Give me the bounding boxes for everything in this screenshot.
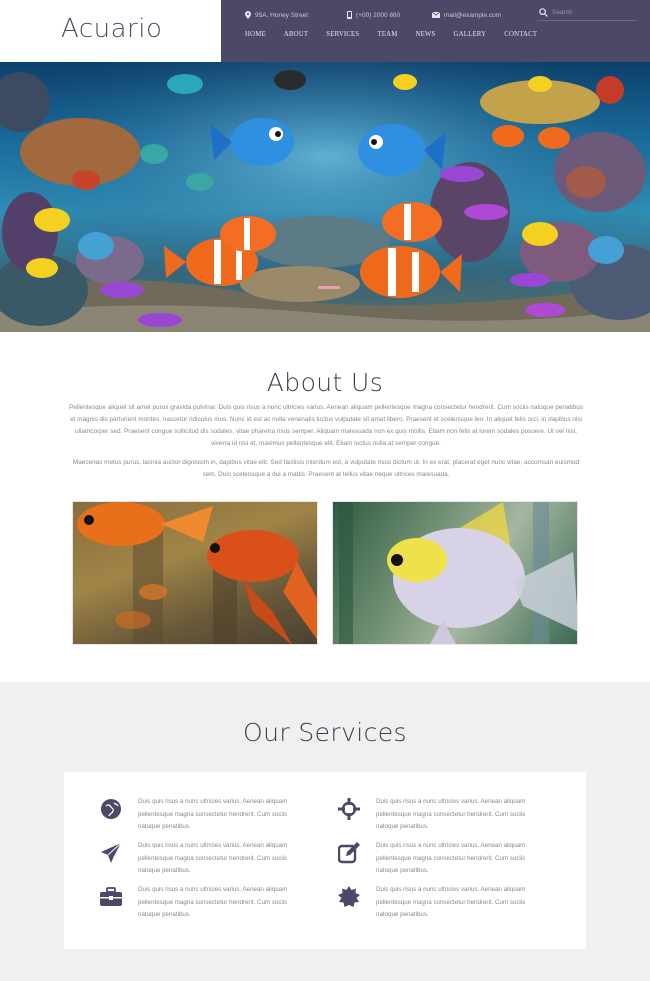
envelope-icon bbox=[432, 12, 440, 18]
paper-plane-icon bbox=[101, 842, 122, 863]
nav-services[interactable]: Services bbox=[326, 31, 359, 38]
hero-banner bbox=[0, 62, 650, 332]
logo-area: Acuario bbox=[0, 0, 221, 62]
nav-contact[interactable]: Contact bbox=[504, 31, 537, 38]
goldfish-photo bbox=[72, 501, 318, 645]
services-card: Duis quis risus a nunc ultricies varius.… bbox=[64, 772, 586, 949]
phone-info: (+00) 2000 860 bbox=[347, 9, 400, 21]
globe-icon bbox=[101, 799, 121, 819]
site-logo[interactable]: Acuario bbox=[61, 14, 162, 44]
about-paragraph-2: Maecenas metus purus, lacinia auctor dig… bbox=[72, 459, 580, 478]
email-text[interactable]: mail@example.com bbox=[444, 12, 501, 19]
service-item: Duis quis risus a nunc ultricies varius.… bbox=[100, 840, 290, 880]
email-info: mail@example.com bbox=[432, 9, 501, 21]
certificate-icon bbox=[338, 886, 360, 907]
address-info: 95A, Honey Street bbox=[245, 9, 308, 21]
service-text: Duis quis risus a nunc ultricies varius.… bbox=[376, 842, 526, 875]
angelfish-photo bbox=[332, 501, 578, 645]
aquarium-illustration bbox=[0, 62, 650, 332]
service-text: Duis quis risus a nunc ultricies varius.… bbox=[138, 842, 288, 875]
service-item: Duis quis risus a nunc ultricies varius.… bbox=[100, 884, 290, 924]
nav-about[interactable]: About bbox=[284, 31, 308, 38]
service-text: Duis quis risus a nunc ultricies varius.… bbox=[376, 886, 526, 919]
phone-text: (+00) 2000 860 bbox=[356, 11, 401, 19]
about-paragraph-1: Pellentesque aliquet sit amet purus grav… bbox=[68, 404, 584, 447]
service-item: Duis quis risus a nunc ultricies varius.… bbox=[100, 796, 290, 836]
phone-icon bbox=[347, 11, 352, 19]
services-title: Our Services bbox=[243, 718, 407, 747]
nav-gallery[interactable]: Gallery bbox=[454, 31, 487, 38]
services-section: Our Services Duis quis risus a nunc ultr… bbox=[0, 682, 650, 981]
service-text: Duis quis risus a nunc ultricies varius.… bbox=[376, 798, 526, 831]
service-item: Duis quis risus a nunc ultricies varius.… bbox=[338, 840, 528, 880]
service-text: Duis quis risus a nunc ultricies varius.… bbox=[138, 798, 288, 831]
address-text: 95A, Honey Street bbox=[255, 11, 309, 19]
service-text: Duis quis risus a nunc ultricies varius.… bbox=[138, 886, 288, 919]
service-item: Duis quis risus a nunc ultricies varius.… bbox=[338, 884, 528, 924]
about-title: About Us bbox=[266, 368, 384, 397]
crosshair-icon bbox=[338, 798, 360, 820]
search-icon[interactable] bbox=[539, 8, 548, 17]
nav-team[interactable]: Team bbox=[377, 31, 397, 38]
nav-news[interactable]: News bbox=[415, 31, 435, 38]
main-nav: Home About Services Team News Gallery Co… bbox=[245, 31, 555, 38]
search-box bbox=[537, 5, 637, 21]
nav-home[interactable]: Home bbox=[245, 31, 266, 38]
site-header: Acuario 95A, Honey Street (+00) 2000 860… bbox=[0, 0, 650, 62]
service-item: Duis quis risus a nunc ultricies varius.… bbox=[338, 796, 528, 836]
edit-icon bbox=[338, 842, 360, 864]
briefcase-icon bbox=[100, 887, 122, 906]
map-pin-icon bbox=[245, 11, 251, 19]
slider-indicator[interactable] bbox=[318, 286, 340, 289]
top-bar: 95A, Honey Street (+00) 2000 860 mail@ex… bbox=[221, 0, 650, 62]
about-section: About Us Pellentesque aliquet sit amet p… bbox=[0, 332, 650, 682]
search-input[interactable] bbox=[552, 9, 630, 16]
